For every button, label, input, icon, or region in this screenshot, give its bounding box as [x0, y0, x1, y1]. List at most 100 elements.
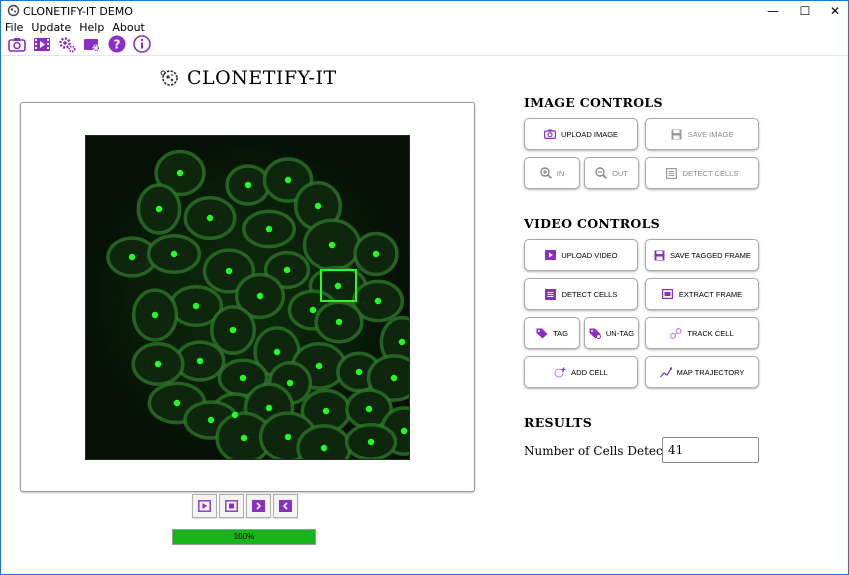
add-cell-button[interactable]: ADD CELL [524, 356, 638, 388]
tag-button[interactable]: TAG [524, 317, 580, 349]
cell-marker[interactable] [154, 360, 162, 368]
save-icon [671, 129, 683, 140]
cell-marker[interactable] [334, 282, 342, 290]
menu-file[interactable]: File [1, 21, 27, 35]
video-icon [544, 250, 556, 261]
cell-marker[interactable] [151, 311, 159, 319]
add-cell-label: ADD CELL [571, 367, 608, 377]
menu-update[interactable]: Update [27, 21, 75, 35]
cell-marker[interactable] [322, 407, 330, 415]
cell-marker[interactable] [283, 266, 291, 274]
cell-marker[interactable] [170, 250, 178, 258]
info-icon[interactable] [132, 35, 151, 53]
cell-body [296, 424, 352, 459]
video-settings-icon[interactable] [82, 35, 101, 53]
cell-marker[interactable] [286, 379, 294, 387]
extract-frame-icon [662, 289, 674, 300]
cell-marker[interactable] [309, 306, 317, 314]
play-button[interactable] [192, 494, 217, 518]
cell-marker[interactable] [196, 357, 204, 365]
previous-frame-button[interactable] [273, 494, 298, 518]
detect-cells-image-label: DETECT CELLS [682, 168, 739, 178]
zoom-in-button[interactable]: IN [524, 157, 580, 189]
cell-marker[interactable] [273, 348, 281, 356]
toolbar-divider [1, 55, 848, 56]
play-icon [198, 500, 211, 512]
untag-icon [589, 328, 601, 339]
maximize-button[interactable]: ☐ [790, 1, 820, 21]
cell-marker[interactable] [365, 405, 373, 413]
zoom-out-label: OUT [612, 168, 628, 178]
app-window: CLONETIFY-IT DEMO — ☐ ✕ File Update Help… [0, 0, 849, 575]
cell-marker[interactable] [173, 399, 181, 407]
upload-image-button[interactable]: UPLOAD IMAGE [524, 118, 638, 150]
cell-marker[interactable] [367, 438, 375, 446]
menu-about[interactable]: About [108, 21, 149, 35]
cell-marker[interactable] [192, 302, 200, 310]
help-icon[interactable]: ? [107, 35, 126, 53]
video-icon[interactable] [32, 35, 51, 53]
cell-marker[interactable] [335, 318, 343, 326]
cell-marker[interactable] [265, 225, 273, 233]
image-controls-heading: IMAGE CONTROLS [524, 95, 663, 110]
cell-marker[interactable] [207, 416, 215, 424]
zoom-out-button[interactable]: OUT [584, 157, 639, 189]
save-tagged-frame-button[interactable]: SAVE TAGGED FRAME [645, 239, 759, 271]
cell-marker[interactable] [284, 176, 292, 184]
progress-label: 100% [233, 532, 255, 541]
cell-marker[interactable] [231, 411, 239, 419]
cell-marker[interactable] [128, 253, 136, 261]
stop-button[interactable] [219, 494, 244, 518]
cell-marker[interactable] [225, 267, 233, 275]
close-button[interactable]: ✕ [820, 1, 849, 21]
cell-marker[interactable] [240, 434, 248, 442]
results-heading: RESULTS [524, 415, 593, 430]
save-image-label: SAVE IMAGE [687, 129, 734, 139]
cell-marker[interactable] [229, 326, 237, 334]
menu-help[interactable]: Help [75, 21, 108, 35]
detect-cells-video-button[interactable]: DETECT CELLS [524, 278, 638, 310]
cell-marker[interactable] [374, 297, 382, 305]
cell-marker[interactable] [244, 181, 252, 189]
settings-icon[interactable] [57, 35, 76, 53]
tag-icon [536, 328, 548, 339]
map-trajectory-button[interactable]: MAP TRAJECTORY [645, 356, 759, 388]
extract-frame-button[interactable]: EXTRACT FRAME [645, 278, 759, 310]
toolbar: ? [7, 35, 151, 53]
detect-cells-video-label: DETECT CELLS [561, 289, 618, 299]
cell-marker[interactable] [315, 362, 323, 370]
next-frame-button[interactable] [246, 494, 271, 518]
cell-marker[interactable] [206, 214, 214, 222]
map-trajectory-label: MAP TRAJECTORY [676, 367, 745, 377]
cell-marker[interactable] [265, 404, 273, 412]
cell-marker[interactable] [256, 292, 264, 300]
cell-marker[interactable] [176, 169, 184, 177]
untag-button[interactable]: UN-TAG [584, 317, 639, 349]
extract-frame-label: EXTRACT FRAME [678, 289, 743, 299]
minimize-button[interactable]: — [758, 1, 788, 21]
cell-marker[interactable] [314, 202, 322, 210]
cell-marker[interactable] [155, 205, 163, 213]
cell-marker[interactable] [239, 374, 247, 382]
camera-icon[interactable] [7, 35, 26, 53]
cell-marker[interactable] [398, 338, 406, 346]
microscopy-image[interactable] [85, 135, 410, 460]
cell-marker[interactable] [355, 368, 363, 376]
cell-marker[interactable] [320, 444, 328, 452]
chevron-right-icon [252, 500, 265, 512]
cells-detected-field[interactable]: 41 [662, 437, 759, 463]
cell-marker[interactable] [284, 433, 292, 441]
app-header: CLONETIFY-IT [159, 67, 337, 89]
untag-label: UN-TAG [605, 328, 635, 338]
cell-marker[interactable] [372, 250, 380, 258]
cell-marker[interactable] [328, 241, 336, 249]
upload-video-button[interactable]: UPLOAD VIDEO [524, 239, 638, 271]
app-logo-icon [7, 4, 20, 17]
detect-cells-image-button[interactable]: DETECT CELLS [645, 157, 759, 189]
camera-icon [543, 129, 556, 140]
cell-marker[interactable] [400, 427, 408, 435]
save-tagged-frame-label: SAVE TAGGED FRAME [670, 250, 751, 260]
cell-marker[interactable] [390, 374, 398, 382]
track-cell-button[interactable]: TRACK CELL [645, 317, 759, 349]
save-image-button[interactable]: SAVE IMAGE [645, 118, 759, 150]
